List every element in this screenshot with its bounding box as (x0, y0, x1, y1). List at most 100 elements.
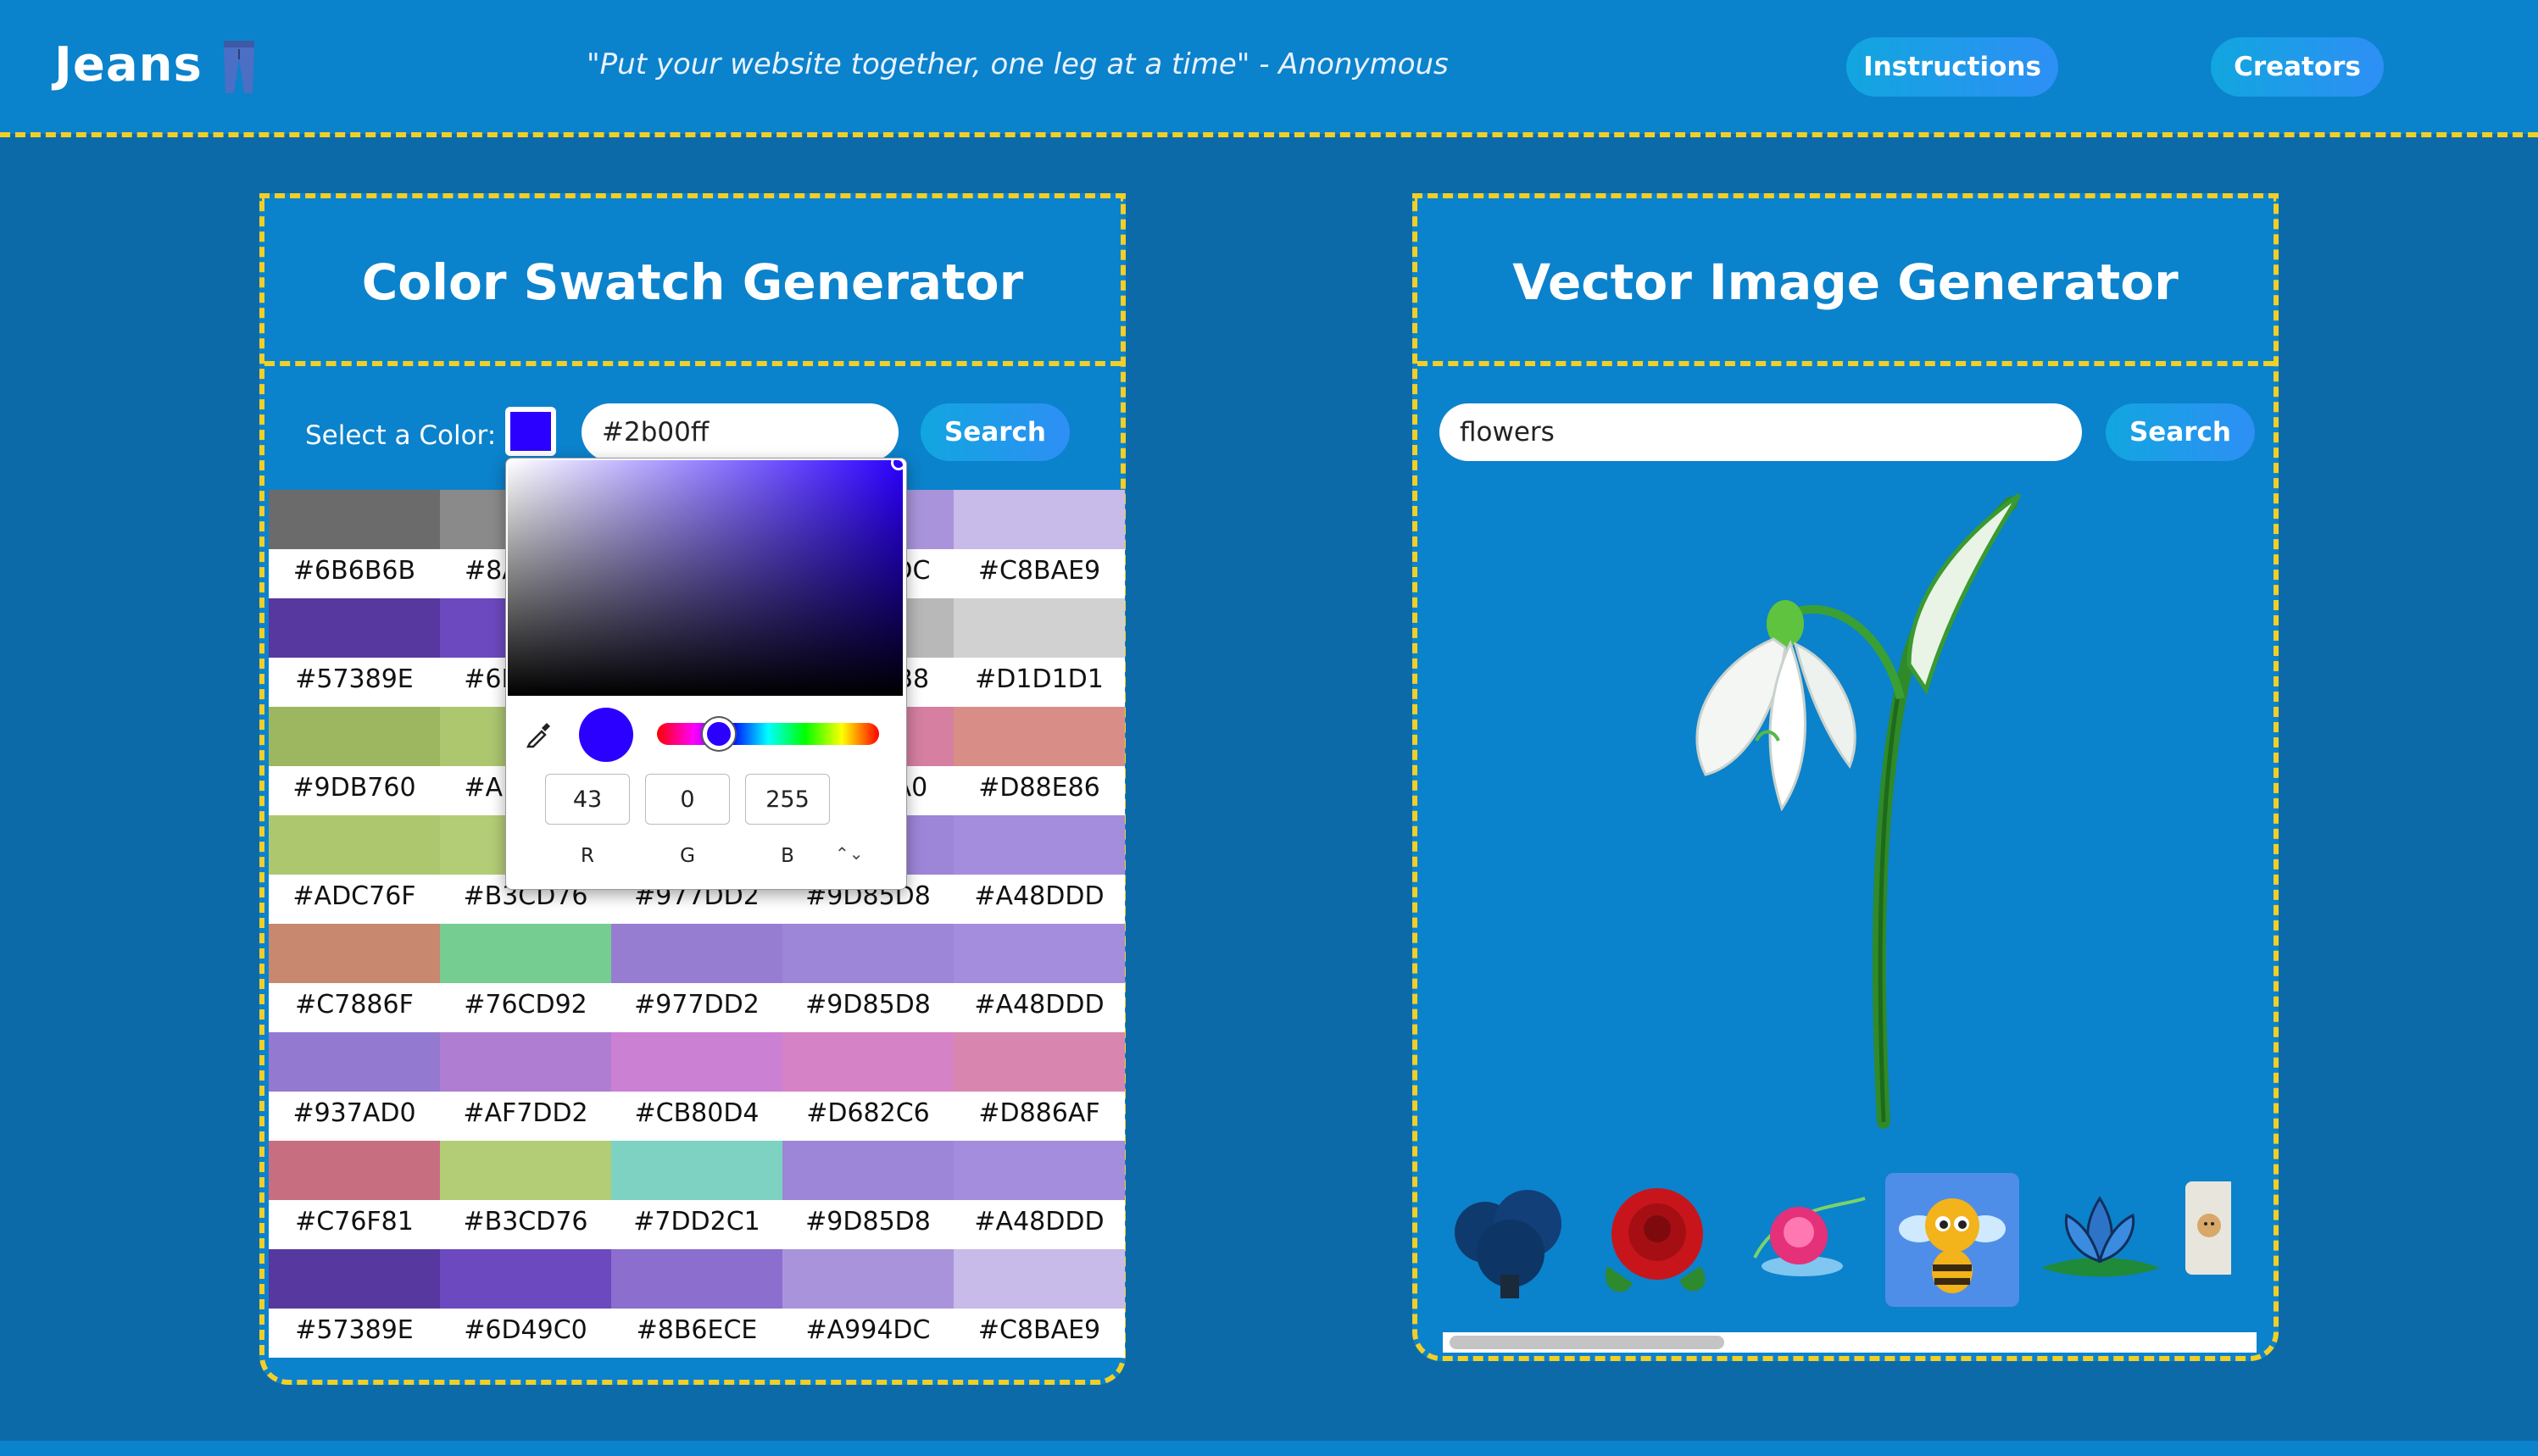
swatch-color[interactable] (782, 1249, 954, 1309)
swatch-hex-label: #57389E (269, 658, 440, 707)
swatch-cell[interactable]: #76CD92 (440, 924, 611, 1032)
header-quote: "Put your website together, one leg at a… (587, 47, 1449, 81)
swatch-color[interactable] (611, 1141, 782, 1200)
thumbnail-scrollbar[interactable] (1443, 1332, 2257, 1353)
creators-button[interactable]: Creators (2211, 37, 2384, 97)
swatch-cell[interactable]: #57389E (269, 598, 440, 707)
swatch-hex-label: #A48DDD (954, 983, 1125, 1032)
snowdrop-flower-image (1695, 492, 2022, 1129)
swatch-cell[interactable]: #6B6B6B (269, 490, 440, 598)
swatch-color[interactable] (269, 1032, 440, 1092)
hue-slider[interactable] (657, 723, 879, 745)
swatch-color[interactable] (611, 1249, 782, 1309)
swatch-cell[interactable]: #9DB760 (269, 707, 440, 815)
swatch-cell[interactable]: #937AD0 (269, 1032, 440, 1141)
instructions-button[interactable]: Instructions (1846, 37, 2058, 97)
swatch-color[interactable] (954, 598, 1125, 658)
swatch-hex-label: #6D49C0 (440, 1309, 611, 1358)
swatch-color[interactable] (269, 490, 440, 549)
swatch-cell[interactable]: #C7886F (269, 924, 440, 1032)
swatch-color[interactable] (954, 490, 1125, 549)
select-color-label: Select a Color: (305, 420, 497, 451)
swatch-hex-label: #A48DDD (954, 875, 1125, 924)
swatch-color[interactable] (782, 924, 954, 983)
swatch-color[interactable] (782, 1141, 954, 1200)
swatch-cell[interactable]: #D1D1D1 (954, 598, 1125, 707)
saturation-handle[interactable] (891, 458, 906, 470)
eyedropper-icon[interactable] (525, 720, 554, 748)
swatch-cell[interactable]: #A48DDD (954, 815, 1125, 924)
swatch-cell[interactable]: #D682C6 (782, 1032, 954, 1141)
swatch-cell[interactable]: #C76F81 (269, 1141, 440, 1249)
footer-bar (0, 1441, 2538, 1456)
swatch-hex-label: #8B6ECE (611, 1309, 782, 1358)
swatch-color[interactable] (611, 924, 782, 983)
swatch-color[interactable] (269, 707, 440, 766)
red-value-input[interactable]: 43 (545, 774, 630, 825)
color-mode-toggle-icon[interactable]: ⌃⌄ (835, 843, 864, 864)
swatch-cell[interactable]: #6D49C0 (440, 1249, 611, 1358)
swatch-cell[interactable]: #AF7DD2 (440, 1032, 611, 1141)
swatch-cell[interactable]: #ADC76F (269, 815, 440, 924)
swatch-color[interactable] (440, 1249, 611, 1309)
color-picker-button[interactable] (505, 407, 556, 456)
swatch-color[interactable] (954, 1249, 1125, 1309)
saturation-area[interactable] (508, 458, 906, 696)
swatch-color[interactable] (269, 924, 440, 983)
swatch-color[interactable] (782, 1032, 954, 1092)
swatch-color[interactable] (954, 1032, 1125, 1092)
swatch-color[interactable] (954, 707, 1125, 766)
image-search-button[interactable]: Search (2106, 403, 2255, 461)
swatch-cell[interactable]: #A994DC (782, 1249, 954, 1358)
thumbnail-pink-rose[interactable] (1738, 1173, 1872, 1307)
thumbnail-blue-lotus[interactable] (2033, 1173, 2167, 1307)
swatch-cell[interactable]: #57389E (269, 1249, 440, 1358)
thumbnail-blue-tree[interactable] (1443, 1173, 1577, 1307)
swatch-cell[interactable]: #B3CD76 (440, 1141, 611, 1249)
swatch-cell[interactable]: #A48DDD (954, 1141, 1125, 1249)
swatch-cell[interactable]: #7DD2C1 (611, 1141, 782, 1249)
swatch-hex-label: #D1D1D1 (954, 658, 1125, 707)
swatch-color[interactable] (269, 1141, 440, 1200)
swatch-hex-label: #D88E86 (954, 766, 1125, 815)
swatch-cell[interactable]: #9D85D8 (782, 1141, 954, 1249)
color-picker-popup: 43 0 255 R G B ⌃⌄ (505, 458, 907, 890)
brand-title[interactable]: Jeans (54, 37, 203, 92)
swatch-hex-label: #9D85D8 (782, 1200, 954, 1249)
selected-color-preview (510, 412, 551, 451)
swatch-color[interactable] (269, 815, 440, 875)
swatch-color[interactable] (954, 1141, 1125, 1200)
image-search-input[interactable]: flowers (1439, 403, 2082, 461)
swatch-hex-label: #C8BAE9 (954, 549, 1125, 598)
swatch-cell[interactable]: #C8BAE9 (954, 490, 1125, 598)
thumbnail-strip[interactable] (1443, 1164, 2257, 1317)
thumbnail-red-rose[interactable] (1590, 1173, 1724, 1307)
blue-value-input[interactable]: 255 (745, 774, 830, 825)
swatch-hex-label: #C7886F (269, 983, 440, 1032)
green-value-input[interactable]: 0 (645, 774, 730, 825)
hex-color-input[interactable]: #2b00ff (582, 403, 899, 461)
swatch-color[interactable] (269, 598, 440, 658)
swatch-color[interactable] (440, 1032, 611, 1092)
thumbnail-cat-card[interactable] (2180, 1173, 2236, 1307)
swatch-hex-label: #937AD0 (269, 1092, 440, 1141)
swatch-cell[interactable]: #A48DDD (954, 924, 1125, 1032)
swatch-cell[interactable]: #977DD2 (611, 924, 782, 1032)
swatch-cell[interactable]: #D88E86 (954, 707, 1125, 815)
swatch-color[interactable] (954, 815, 1125, 875)
swatch-color[interactable] (440, 924, 611, 983)
scrollbar-thumb[interactable] (1450, 1336, 1724, 1349)
swatch-cell[interactable]: #C8BAE9 (954, 1249, 1125, 1358)
swatch-cell[interactable]: #CB80D4 (611, 1032, 782, 1141)
swatch-color[interactable] (269, 1249, 440, 1309)
swatch-cell[interactable]: #8B6ECE (611, 1249, 782, 1358)
thumbnail-bee-cartoon[interactable] (1885, 1173, 2019, 1307)
swatch-cell[interactable]: #9D85D8 (782, 924, 954, 1032)
swatch-color[interactable] (611, 1032, 782, 1092)
swatch-hex-label: #57389E (269, 1309, 440, 1358)
hue-slider-handle[interactable] (703, 718, 735, 750)
swatch-cell[interactable]: #D886AF (954, 1032, 1125, 1141)
swatch-search-button[interactable]: Search (921, 403, 1070, 461)
swatch-color[interactable] (440, 1141, 611, 1200)
swatch-color[interactable] (954, 924, 1125, 983)
